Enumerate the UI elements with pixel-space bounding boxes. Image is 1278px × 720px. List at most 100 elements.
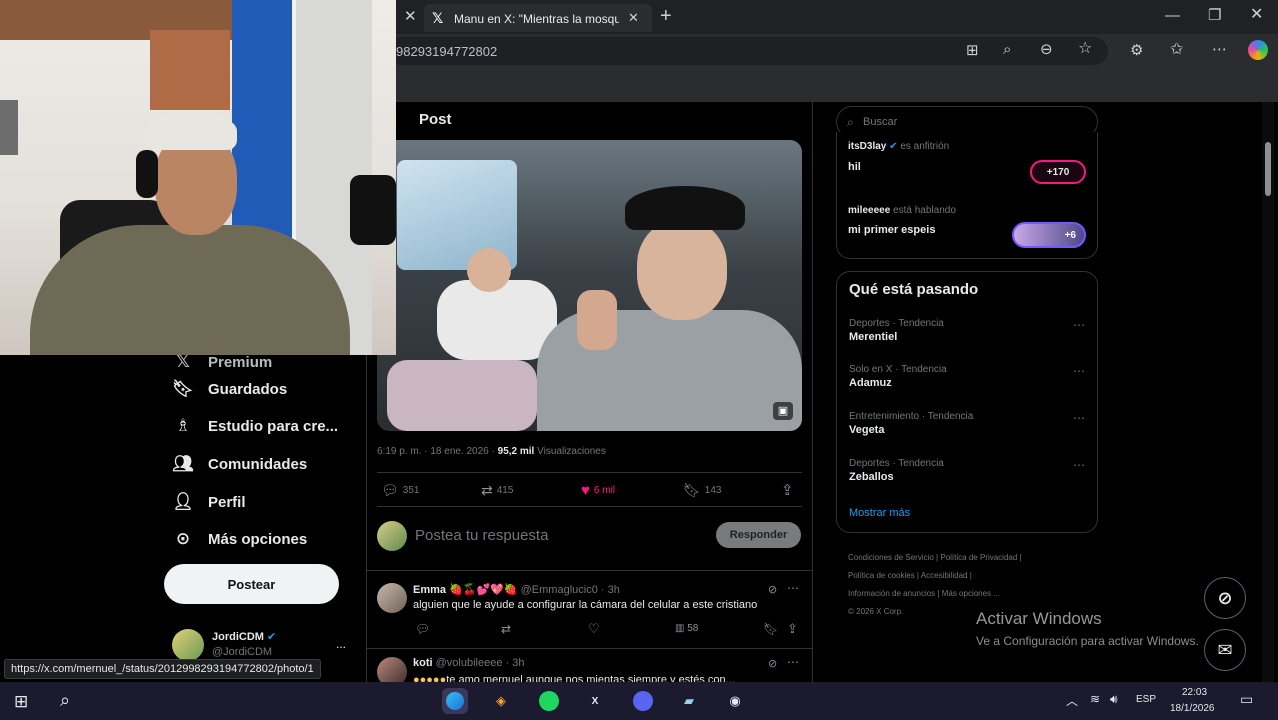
more-icon[interactable]: ⋯ <box>1073 458 1086 472</box>
grok-icon[interactable]: ⊘ <box>768 583 777 596</box>
scrollbar-thumb[interactable] <box>1265 142 1271 196</box>
spotify-app-icon[interactable] <box>536 688 562 714</box>
language-indicator[interactable]: ESP <box>1136 694 1156 705</box>
mail-icon: ✉ <box>1217 639 1233 660</box>
reply-views: 58 <box>687 623 699 634</box>
windows-start-icon[interactable]: ⊞ <box>14 692 28 712</box>
verified-icon: ✔ <box>267 631 277 643</box>
trend-item[interactable]: Deportes · Tendencia Merentiel <box>849 318 944 343</box>
post-photo[interactable]: ▣ <box>377 140 802 431</box>
right-column: ⌕ Buscar itsD3lay ✔ es anfitrión hil +17… <box>813 102 1258 682</box>
footer-link[interactable]: Condiciones de Servicio <box>848 553 934 562</box>
blanket <box>387 360 537 431</box>
sidebar-item-comunidades[interactable]: 👥︎ Comunidades <box>172 449 307 479</box>
sidebar-item-label: Premium <box>208 353 273 371</box>
share-icon[interactable]: ⇪ <box>781 481 794 499</box>
search-icon[interactable]: ⌕ <box>60 690 70 711</box>
avatar[interactable] <box>172 629 204 661</box>
more-icon[interactable]: ⋯ <box>787 581 799 595</box>
cap <box>625 186 745 230</box>
wifi-icon[interactable]: ≋ <box>1090 692 1100 706</box>
app-grid-icon[interactable]: ⊞ <box>966 43 979 58</box>
close-icon[interactable]: ✕ <box>628 11 639 24</box>
scrollbar[interactable] <box>1262 102 1274 682</box>
footer-link[interactable]: Política de cookies <box>848 571 915 580</box>
repost-action[interactable]: ⇄ 415 <box>481 482 513 499</box>
grok-button[interactable]: ⊘ <box>1204 577 1246 619</box>
clock-time[interactable]: 22:03 <box>1182 687 1207 698</box>
new-tab-icon[interactable]: + <box>660 6 672 26</box>
volume-icon[interactable]: 🔊︎ <box>1110 692 1118 707</box>
files-app-icon[interactable]: ▰ <box>676 688 702 714</box>
favorites-list-icon[interactable]: ✩ <box>1170 42 1183 58</box>
image-badge-icon[interactable]: ▣ <box>773 402 793 420</box>
space-title[interactable]: mi primer espeis <box>848 224 935 236</box>
footer-link[interactable]: Política de Privacidad <box>940 553 1017 562</box>
trend-item[interactable]: Solo en X · Tendencia Adamuz <box>849 364 947 389</box>
sidebar-item-perfil[interactable]: 👤︎ Perfil <box>172 487 245 517</box>
views-count: 95,2 mil <box>497 446 535 457</box>
browser-tab[interactable]: 𝕏 Manu en X: "Mientras la mosquita ✕ <box>424 4 652 32</box>
reply-handle: @volubileeee <box>435 657 503 669</box>
sidebar-item-estudio[interactable]: ♗ Estudio para cre... <box>172 411 338 441</box>
like-action[interactable]: ♥ 6 mil <box>581 482 615 499</box>
like-icon[interactable]: ♡ <box>588 621 600 637</box>
restore-icon[interactable]: ❐ <box>1208 8 1221 23</box>
share-icon[interactable]: ⇪ <box>787 621 798 637</box>
extensions-icon[interactable]: ⚙ <box>1130 43 1143 58</box>
xsplit-app-icon[interactable]: X <box>582 688 608 714</box>
copilot-icon[interactable] <box>1248 40 1268 60</box>
grok-icon[interactable]: ⊘ <box>768 657 777 670</box>
footer-link[interactable]: Más opciones ... <box>942 589 1000 598</box>
clock-date[interactable]: 18/1/2026 <box>1170 703 1215 714</box>
reply-icon: 💬︎ <box>381 482 399 498</box>
obs-app-icon[interactable]: ◉ <box>722 688 748 714</box>
url-field[interactable]: 98293194772802 ⊞ ⌕ ⊖ ☆ <box>386 37 1108 65</box>
sidebar-item-mas-opciones[interactable]: ⊙ Más opciones <box>172 524 307 554</box>
list-item[interactable]: koti @volubileeee · 3h ⊘ ⋯ ●●●●●te amo m… <box>367 649 812 682</box>
x-logo-icon: 𝕏 <box>432 10 444 26</box>
show-more-link[interactable]: Mostrar más <box>849 507 910 519</box>
footer-link[interactable]: Accesibilidad <box>921 571 968 580</box>
notifications-icon[interactable]: ▭ <box>1240 691 1253 708</box>
discord-app-icon[interactable] <box>630 688 656 714</box>
more-icon[interactable]: ⋯ <box>1073 364 1086 378</box>
space-host-role: está hablando <box>893 205 956 216</box>
space-title[interactable]: hil <box>848 161 861 173</box>
trend-item[interactable]: Entretenimiento · Tendencia Vegeta <box>849 411 973 436</box>
post-button[interactable]: Postear <box>164 564 339 604</box>
space-listeners-badge[interactable]: +6 <box>1012 222 1086 248</box>
account-more-icon[interactable]: ... <box>336 637 346 651</box>
menu-dots-icon[interactable]: ⋯ <box>1212 42 1227 57</box>
like-count: 6 mil <box>593 485 616 496</box>
reply-button[interactable]: Responder <box>716 522 801 548</box>
chevron-up-icon[interactable]: ︿ <box>1066 692 1078 709</box>
more-icon[interactable]: ⋯ <box>787 655 799 669</box>
more-icon[interactable]: ⋯ <box>1073 318 1086 332</box>
reply-icon[interactable]: 💬︎ <box>415 622 430 636</box>
window-close-icon[interactable]: ✕ <box>1250 7 1263 23</box>
more-icon[interactable]: ⋯ <box>1073 411 1086 425</box>
more-icon[interactable]: ⊖ <box>1040 42 1053 57</box>
footer-link[interactable]: Información de anuncios <box>848 589 935 598</box>
reply-action[interactable]: 💬︎ 351 <box>381 482 419 499</box>
edge-app-icon[interactable] <box>442 688 468 714</box>
trend-item[interactable]: Deportes · Tendencia Zeballos <box>849 458 944 483</box>
minimize-icon[interactable]: — <box>1165 8 1180 23</box>
views-action[interactable]: ▥ 58 <box>675 623 698 634</box>
favorite-icon[interactable]: ☆ <box>1078 41 1092 57</box>
bookmark-icon[interactable]: 🔖︎ <box>763 622 778 636</box>
space-listeners-badge[interactable]: +170 <box>1030 160 1086 184</box>
list-item[interactable]: Emma 🍓🍒💕💖🍓 @Emmaglucic0 · 3h ⊘ ⋯ alguien… <box>367 572 812 648</box>
bookmark-count: 143 <box>704 485 722 496</box>
reply-input[interactable]: Postea tu respuesta <box>415 527 548 544</box>
close-tab-icon[interactable]: ✕ <box>404 9 417 24</box>
tab-title: Manu en X: "Mientras la mosquita <box>454 12 619 26</box>
repost-icon[interactable]: ⇄ <box>501 622 511 636</box>
bookmark-action[interactable]: 🔖︎ 143 <box>683 482 721 499</box>
account-name[interactable]: JordiCDM ✔ <box>212 630 276 643</box>
zoom-icon[interactable]: ⌕ <box>1003 42 1011 57</box>
brave-app-icon[interactable]: ◈ <box>488 688 514 714</box>
space-host-role: es anfitrión <box>900 141 950 152</box>
sidebar-item-guardados[interactable]: 🔖︎ Guardados <box>172 374 287 404</box>
